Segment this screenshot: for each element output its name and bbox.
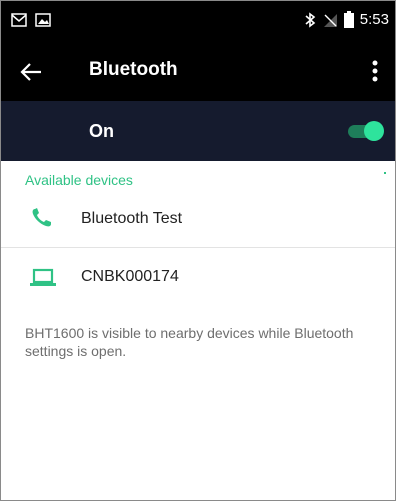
image-icon xyxy=(35,13,51,27)
switch-label: On xyxy=(89,121,114,141)
device-item-cnbk000174[interactable]: CNBK000174 xyxy=(1,248,395,304)
status-right: 5:53 xyxy=(304,11,389,28)
phone-icon xyxy=(32,208,51,227)
device-name: CNBK000174 xyxy=(81,268,179,285)
screen-frame: 5:53 Bluetooth On Available devices Blue… xyxy=(0,0,396,501)
back-arrow-icon[interactable] xyxy=(17,57,47,87)
status-bar: 5:53 xyxy=(1,1,395,41)
battery-icon xyxy=(343,11,354,28)
bluetooth-switch-bar[interactable]: On xyxy=(1,101,395,161)
status-left xyxy=(11,13,51,27)
available-devices-header: Available devices xyxy=(25,172,133,188)
app-toolbar: Bluetooth xyxy=(1,41,395,101)
gmail-icon xyxy=(11,13,27,27)
device-name: Bluetooth Test xyxy=(81,210,183,227)
device-item-bluetooth-test[interactable]: Bluetooth Test xyxy=(1,190,395,246)
toggle-thumb xyxy=(364,121,384,141)
page-title: Bluetooth xyxy=(89,59,178,80)
no-signal-icon xyxy=(323,13,337,27)
laptop-icon xyxy=(30,268,56,286)
visibility-info-text: BHT1600 is visible to nearby devices whi… xyxy=(25,325,354,359)
status-time: 5:53 xyxy=(359,11,389,28)
bluetooth-icon xyxy=(305,11,316,28)
bluetooth-toggle[interactable] xyxy=(346,120,386,142)
scroll-indicator xyxy=(384,172,386,174)
overflow-menu-icon[interactable] xyxy=(361,55,389,87)
